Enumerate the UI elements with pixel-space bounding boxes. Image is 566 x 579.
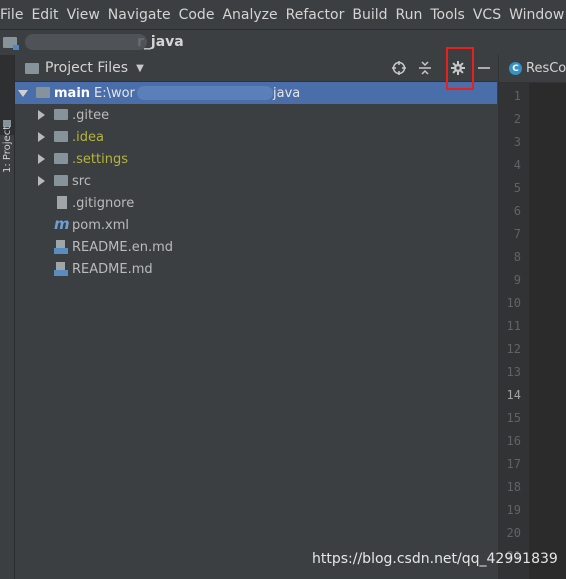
folder-icon xyxy=(25,62,39,74)
tree-item-readme[interactable]: README.md xyxy=(15,258,497,280)
tree-item-label: pom.xml xyxy=(72,217,129,233)
expand-arrow-icon[interactable] xyxy=(18,90,28,97)
menu-view[interactable]: View xyxy=(67,7,106,23)
line-number: 2 xyxy=(513,112,521,126)
tree-item-idea[interactable]: .idea xyxy=(15,126,497,148)
text-file-icon xyxy=(57,196,67,209)
tree-item-readme-en[interactable]: README.en.md xyxy=(15,236,497,258)
tree-item-label: .gitee xyxy=(72,107,110,123)
collapse-all-button[interactable] xyxy=(415,58,435,78)
hide-panel-button[interactable] xyxy=(474,58,494,78)
line-number: 11 xyxy=(506,319,521,333)
editor-tab[interactable]: C ResCo xyxy=(499,55,566,83)
line-number: 20 xyxy=(506,526,521,540)
navigation-bar: r_java xyxy=(0,30,566,54)
menu-navigate[interactable]: Navigate xyxy=(108,7,177,23)
line-number: 13 xyxy=(506,365,521,379)
minimize-icon xyxy=(478,67,490,69)
tool-window-stripe: 1: Project xyxy=(0,55,15,579)
markdown-file-icon xyxy=(54,240,68,254)
line-number: 6 xyxy=(513,204,521,218)
line-number: 3 xyxy=(513,135,521,149)
menu-code[interactable]: Code xyxy=(179,7,221,23)
project-panel-header: Project Files ▼ xyxy=(15,55,497,82)
editor-area: C ResCo 1 2 3 4 5 6 7 8 9 10 11 12 13 14 15 16 17 18 19 20 2… xyxy=(498,55,566,579)
expand-arrow-icon[interactable] xyxy=(38,110,45,120)
line-number: 17 xyxy=(506,457,521,471)
line-number: 1 xyxy=(513,89,521,103)
tree-item-label: README.md xyxy=(72,261,153,277)
markdown-file-icon xyxy=(54,262,68,276)
line-number: 8 xyxy=(513,250,521,264)
line-number: 16 xyxy=(506,434,521,448)
chevron-down-icon[interactable]: ▼ xyxy=(136,63,144,74)
line-number-gutter: 1 2 3 4 5 6 7 8 9 10 11 12 13 14 15 16 17 18 19 20 21 xyxy=(499,83,529,579)
maven-icon: m xyxy=(54,215,70,233)
menu-analyze[interactable]: Analyze xyxy=(222,7,283,23)
line-number: 14 xyxy=(506,388,521,402)
menu-tools[interactable]: Tools xyxy=(430,7,471,23)
redacted-path xyxy=(137,86,273,100)
highlight-annotation xyxy=(446,47,474,90)
menu-edit[interactable]: Edit xyxy=(31,7,64,23)
tree-item-settings[interactable]: .settings xyxy=(15,148,497,170)
module-folder-icon xyxy=(36,87,50,98)
tree-item-gitignore[interactable]: .gitignore xyxy=(15,192,497,214)
tree-item-label: .settings xyxy=(72,151,128,167)
folder-icon xyxy=(54,175,68,186)
crosshair-icon xyxy=(392,61,406,75)
line-number: 5 xyxy=(513,181,521,195)
tree-item-gitee[interactable]: .gitee xyxy=(15,104,497,126)
tree-item-label: src xyxy=(72,173,91,189)
root-name: main xyxy=(54,85,91,101)
menu-vcs[interactable]: VCS xyxy=(473,7,507,23)
menu-file[interactable]: File xyxy=(0,7,29,23)
menu-run[interactable]: Run xyxy=(396,7,429,23)
watermark-text: https://blog.csdn.net/qq_42991839 xyxy=(312,551,558,567)
menu-window[interactable]: Window xyxy=(509,7,566,23)
project-tree: main E:\wor java .gitee .idea .settings … xyxy=(15,82,497,280)
expand-arrow-icon[interactable] xyxy=(38,132,45,142)
tree-item-pom[interactable]: m pom.xml xyxy=(15,214,497,236)
folder-icon xyxy=(54,109,68,120)
menu-build[interactable]: Build xyxy=(352,7,393,23)
line-number: 15 xyxy=(506,411,521,425)
expand-arrow-icon[interactable] xyxy=(38,176,45,186)
folder-icon xyxy=(54,153,68,164)
line-number: 19 xyxy=(506,503,521,517)
tree-item-label: .idea xyxy=(72,129,104,145)
line-number: 12 xyxy=(506,342,521,356)
line-number: 10 xyxy=(506,296,521,310)
expand-arrow-icon[interactable] xyxy=(38,154,45,164)
redacted-project-name xyxy=(25,34,147,50)
project-panel: Project Files ▼ main E:\wor java .gitee … xyxy=(15,55,497,579)
collapse-all-icon xyxy=(419,61,431,75)
project-tab-label[interactable]: 1: Project xyxy=(2,126,13,173)
line-number: 9 xyxy=(513,273,521,287)
root-path-suffix: java xyxy=(273,85,301,101)
line-number: 7 xyxy=(513,227,521,241)
line-number: 4 xyxy=(513,158,521,172)
menu-bar: File Edit View Navigate Code Analyze Ref… xyxy=(0,0,566,30)
class-icon: C xyxy=(509,62,522,75)
line-number: 18 xyxy=(506,480,521,494)
menu-refactor[interactable]: Refactor xyxy=(286,7,351,23)
tree-root-main[interactable]: main E:\wor java xyxy=(15,82,497,104)
root-path-prefix: E:\wor xyxy=(94,85,135,101)
locate-file-button[interactable] xyxy=(389,58,409,78)
editor-tab-label: ResCo xyxy=(526,61,566,76)
project-folder-icon xyxy=(3,36,19,50)
tree-item-label: .gitignore xyxy=(72,195,135,211)
folder-icon xyxy=(54,131,68,142)
view-selector[interactable]: Project Files xyxy=(45,60,128,76)
tree-item-label: README.en.md xyxy=(72,239,173,255)
tree-item-src[interactable]: src xyxy=(15,170,497,192)
